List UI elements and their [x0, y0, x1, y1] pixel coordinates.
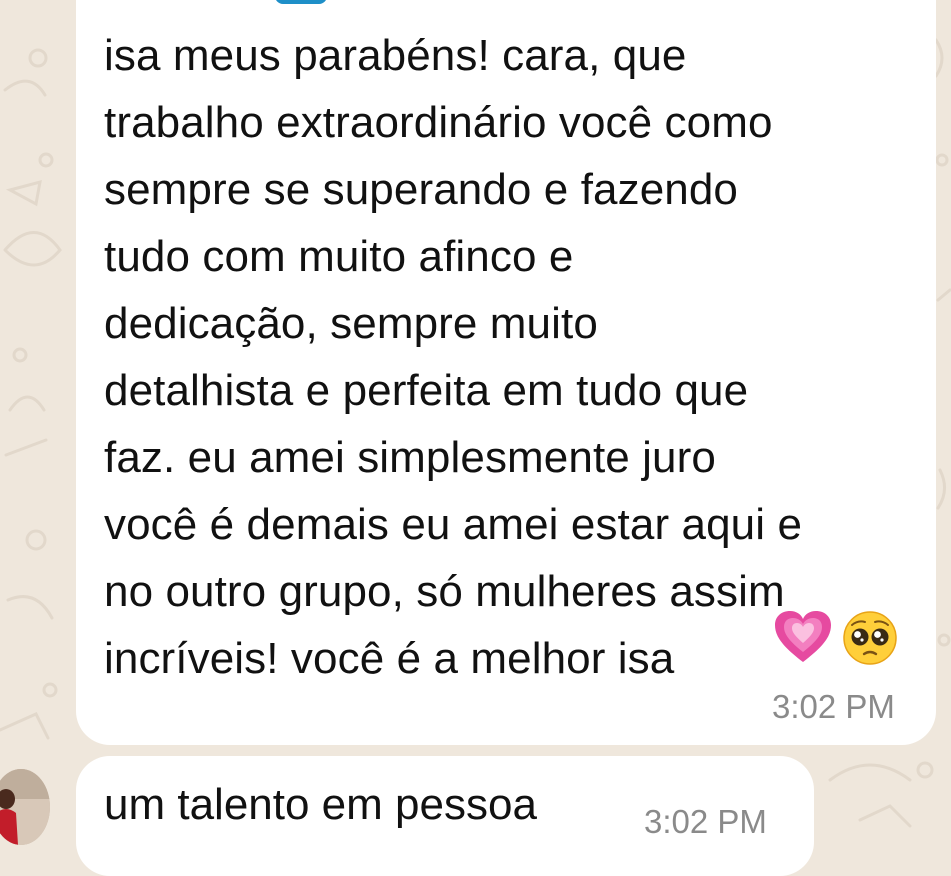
- pleading-face-icon: [843, 611, 897, 665]
- message-text: isa meus parabéns! cara, que trabalho ex…: [104, 31, 803, 683]
- growing-heart-icon: [775, 611, 831, 662]
- message-text: um talento em pessoa: [104, 780, 537, 829]
- message-timestamp: 3:02 PM: [772, 688, 895, 725]
- sender-name-peek: [275, 0, 327, 4]
- message-timestamp: 3:02 PM: [644, 803, 767, 840]
